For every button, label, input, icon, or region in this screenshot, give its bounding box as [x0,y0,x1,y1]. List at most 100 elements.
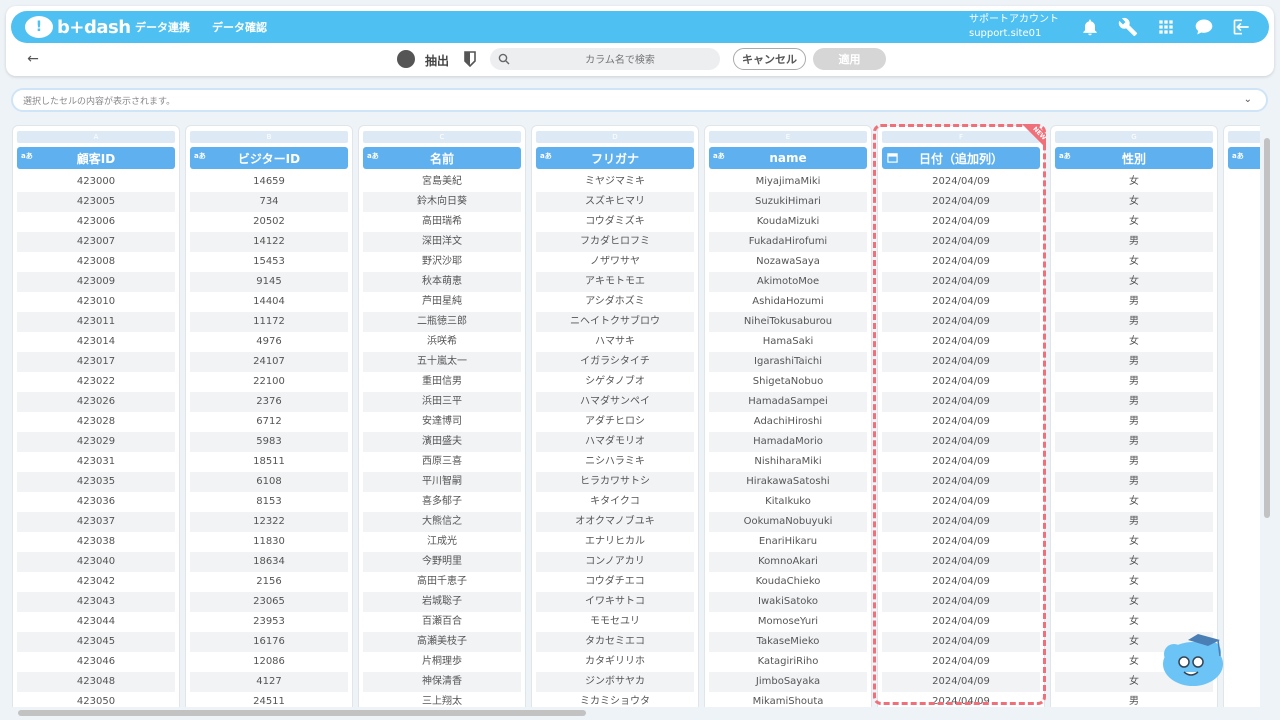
table-cell[interactable]: KomnoAkari [709,552,867,572]
table-cell[interactable]: MikamiShouta [709,692,867,707]
table-cell[interactable]: 女 [1055,492,1213,512]
table-cell[interactable]: 濱田盛夫 [363,432,521,452]
table-cell[interactable]: 高田千恵子 [363,572,521,592]
table-cell[interactable]: 423000 [17,172,175,192]
vertical-scroll-thumb[interactable] [1264,138,1270,518]
table-cell[interactable]: 14404 [190,292,348,312]
column-header[interactable]: aあ 名前 [363,147,521,169]
table-cell[interactable]: 2024/04/09 [882,472,1040,492]
table-cell[interactable]: 女 [1055,332,1213,352]
table-cell[interactable]: 423017 [17,352,175,372]
account-info[interactable]: サポートアカウント support.site01 [969,13,1059,41]
table-cell[interactable]: 423010 [17,292,175,312]
table-cell[interactable]: スズキヒマリ [536,192,694,212]
column-letter[interactable]: D [536,131,694,143]
table-cell[interactable]: 4127 [190,672,348,692]
table-cell[interactable]: 男 [1055,312,1213,332]
table-cell[interactable]: 女 [1055,272,1213,292]
table-cell[interactable]: 2024/04/09 [882,552,1040,572]
table-cell[interactable]: 男 [1055,292,1213,312]
table-cell[interactable]: 江成光 [363,532,521,552]
table-cell[interactable]: KatagiriRiho [709,652,867,672]
table-cell[interactable]: HamadaMorio [709,432,867,452]
nav-link-data-check[interactable]: データ確認 [212,19,267,35]
table-cell[interactable]: 女 [1055,192,1213,212]
table-cell[interactable]: 423043 [17,592,175,612]
cancel-button[interactable]: キャンセル [733,48,806,70]
table-cell[interactable]: KoudaMizuki [709,212,867,232]
table-cell[interactable]: 浜咲希 [363,332,521,352]
horizontal-scroll-thumb[interactable] [18,710,586,716]
table-cell[interactable]: 423035 [17,472,175,492]
table-cell[interactable]: 男 [1055,352,1213,372]
table-cell[interactable]: 高田瑞希 [363,212,521,232]
table-cell[interactable]: 三上翔太 [363,692,521,707]
table-cell[interactable]: 12086 [190,652,348,672]
column-letter[interactable]: G [1055,131,1213,143]
table-cell[interactable]: 女 [1055,532,1213,552]
table-cell[interactable]: HirakawaSatoshi [709,472,867,492]
table-cell[interactable]: イワキサトコ [536,592,694,612]
column-header[interactable]: aあ name [709,147,867,169]
table-cell[interactable]: 岩城聡子 [363,592,521,612]
table-cell[interactable]: 2024/04/09 [882,672,1040,692]
table-cell[interactable]: 2024/04/09 [882,592,1040,612]
table-cell[interactable]: 男 [1055,432,1213,452]
table-cell[interactable]: 女 [1055,172,1213,192]
search-input[interactable] [490,49,720,72]
table-cell[interactable]: AdachiHiroshi [709,412,867,432]
table-cell[interactable]: EnariHikaru [709,532,867,552]
table-cell[interactable]: ミカミショウタ [536,692,694,707]
table-cell[interactable]: HamadaSampei [709,392,867,412]
table-cell[interactable]: 2024/04/09 [882,652,1040,672]
table-cell[interactable]: 2024/04/09 [882,292,1040,312]
table-cell[interactable]: 2024/04/09 [882,192,1040,212]
table-cell[interactable]: MomoseYuri [709,612,867,632]
table-cell[interactable]: 浜田三平 [363,392,521,412]
table-cell[interactable]: アダチヒロシ [536,412,694,432]
table-cell[interactable]: 15453 [190,252,348,272]
table-cell[interactable]: 芦田星純 [363,292,521,312]
table-cell[interactable]: 423038 [17,532,175,552]
table-cell[interactable]: NiheiTokusaburou [709,312,867,332]
table-cell[interactable]: 23065 [190,592,348,612]
table-cell[interactable]: 5983 [190,432,348,452]
table-cell[interactable]: 2024/04/09 [882,632,1040,652]
table-cell[interactable]: 18634 [190,552,348,572]
wrench-icon[interactable] [1117,16,1139,38]
column-header[interactable]: aあ 性別 [1055,147,1213,169]
table-cell[interactable]: 宮島美紀 [363,172,521,192]
table-cell[interactable]: 423040 [17,552,175,572]
table-cell[interactable]: 片桐理歩 [363,652,521,672]
column-header[interactable]: aあ ビジターID [190,147,348,169]
table-cell[interactable]: 423050 [17,692,175,707]
table-cell[interactable]: 423022 [17,372,175,392]
table-cell[interactable]: 2156 [190,572,348,592]
table-cell[interactable]: 西原三喜 [363,452,521,472]
table-cell[interactable]: HamaSaki [709,332,867,352]
column-letter[interactable]: C [363,131,521,143]
column-letter[interactable]: A [17,131,175,143]
table-cell[interactable]: 22100 [190,372,348,392]
table-cell[interactable]: 喜多郁子 [363,492,521,512]
table-cell[interactable]: 2024/04/09 [882,432,1040,452]
table-cell[interactable]: ノザワサヤ [536,252,694,272]
table-cell[interactable]: コンノアカリ [536,552,694,572]
table-cell[interactable]: IgarashiTaichi [709,352,867,372]
table-cell[interactable]: 今野明里 [363,552,521,572]
table-cell[interactable]: 女 [1055,572,1213,592]
table-cell[interactable]: タカセミエコ [536,632,694,652]
table-cell[interactable]: 2024/04/09 [882,272,1040,292]
table-cell[interactable]: 423042 [17,572,175,592]
table-cell[interactable]: 423014 [17,332,175,352]
table-cell[interactable]: 安達博司 [363,412,521,432]
table-cell[interactable]: 423031 [17,452,175,472]
table-cell[interactable]: 2024/04/09 [882,212,1040,232]
table-cell[interactable]: コウダチエコ [536,572,694,592]
table-cell[interactable]: 423037 [17,512,175,532]
grid-apps-icon[interactable] [1155,16,1177,38]
table-cell[interactable]: 423011 [17,312,175,332]
table-cell[interactable]: 24107 [190,352,348,372]
shield-flag-icon[interactable] [464,51,476,67]
table-cell[interactable]: 423005 [17,192,175,212]
